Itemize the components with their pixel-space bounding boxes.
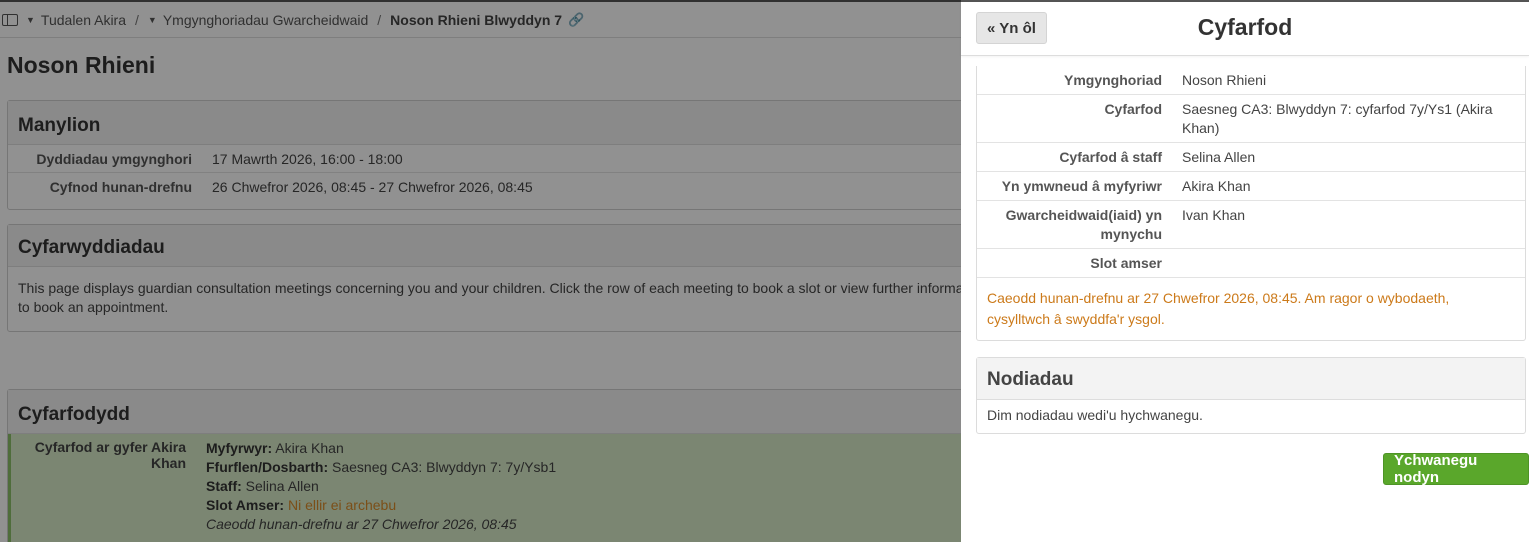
self-booking-closed-notice: Caeodd hunan-drefnu ar 27 Chwefror 2026,… [987, 290, 1450, 327]
info-row: Slot amser [977, 249, 1525, 278]
info-label: Yn ymwneud â myfyriwr [1001, 178, 1162, 194]
info-value: Noson Rhieni [1182, 72, 1267, 88]
info-label: Ymgynghoriad [1063, 72, 1162, 88]
info-label: Cyfarfod â staff [1059, 149, 1162, 165]
info-value: Akira Khan [1182, 178, 1251, 194]
notes-heading: Nodiadau [977, 358, 1525, 400]
info-value [1172, 249, 1525, 277]
notes-panel: Nodiadau Dim nodiadau wedi'u hychwanegu. [976, 357, 1526, 434]
info-row: Cyfarfod â staff Selina Allen [977, 143, 1525, 172]
drawer-header: « Yn ôl Cyfarfod [961, 2, 1529, 56]
notes-empty-text: Dim nodiadau wedi'u hychwanegu. [987, 407, 1203, 423]
info-label: Gwarcheidwaid(iaid) yn mynychu [1005, 207, 1162, 242]
info-row: Gwarcheidwaid(iaid) yn mynychu Ivan Khan [977, 201, 1525, 249]
add-note-button[interactable]: Ychwanegu nodyn [1383, 452, 1529, 486]
info-row: Ymgynghoriad Noson Rhieni [977, 66, 1525, 95]
info-value: Saesneg CA3: Blwyddyn 7: cyfarfod 7y/Ys1… [1182, 101, 1493, 136]
info-row: Cyfarfod Saesneg CA3: Blwyddyn 7: cyfarf… [977, 95, 1525, 143]
info-value: Selina Allen [1182, 149, 1256, 165]
info-label: Slot amser [1090, 255, 1162, 271]
info-label: Cyfarfod [1104, 101, 1162, 117]
meeting-drawer: « Yn ôl Cyfarfod Ymgynghoriad Noson Rhie… [961, 0, 1529, 542]
info-value: Ivan Khan [1182, 207, 1246, 223]
back-button[interactable]: « Yn ôl [976, 12, 1047, 44]
info-row: Yn ymwneud â myfyriwr Akira Khan [977, 172, 1525, 201]
meeting-info-table: Ymgynghoriad Noson Rhieni Cyfarfod Saesn… [976, 66, 1526, 341]
